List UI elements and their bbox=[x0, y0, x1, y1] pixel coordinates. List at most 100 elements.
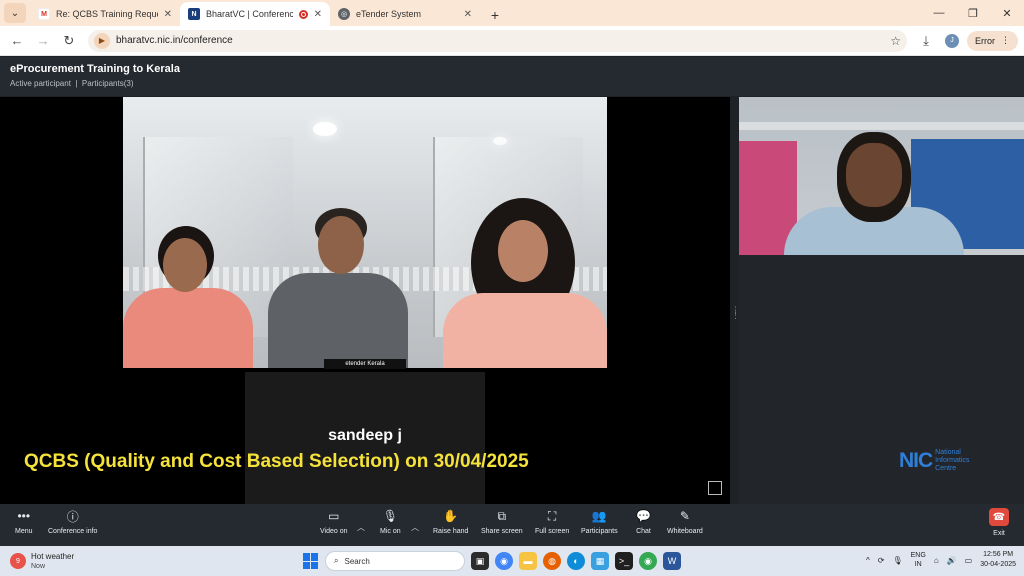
nic-logo: NIC National Informatics Centre bbox=[899, 449, 969, 473]
minimize-icon[interactable]: — bbox=[922, 0, 956, 26]
firefox-icon[interactable]: ◍ bbox=[543, 552, 561, 570]
full-screen-button[interactable]: ⛶ Full screen bbox=[535, 508, 569, 536]
download-icon[interactable]: ⤓ bbox=[915, 30, 937, 52]
error-button[interactable]: Error ⋮ bbox=[967, 30, 1018, 51]
tab-title: eTender System bbox=[356, 9, 422, 19]
word-icon[interactable]: W bbox=[663, 552, 681, 570]
chat-bubble-icon: 💬 bbox=[636, 509, 651, 523]
window-controls: — ❐ ✕ bbox=[922, 0, 1024, 26]
store-icon[interactable]: ▦ bbox=[591, 552, 609, 570]
chevron-up-icon[interactable]: ︿ bbox=[411, 522, 419, 533]
file-explorer-icon[interactable]: ▬ bbox=[519, 552, 537, 570]
side-panel: NIC National Informatics Centre bbox=[739, 97, 1024, 504]
tab-title: Re: QCBS Training Request - jo bbox=[56, 9, 158, 19]
close-icon[interactable]: ✕ bbox=[314, 9, 322, 20]
whiteboard-button[interactable]: ✎ Whiteboard bbox=[667, 508, 703, 535]
profile-button[interactable]: J bbox=[941, 30, 963, 52]
separator: | bbox=[73, 79, 80, 88]
forward-arrow-icon[interactable]: → bbox=[32, 30, 54, 52]
mic-tray-icon[interactable]: 🎙 bbox=[892, 556, 902, 565]
battery-icon[interactable]: ▭ bbox=[965, 556, 973, 565]
nic-icon: N bbox=[188, 8, 200, 20]
edge-icon[interactable]: ◐ bbox=[567, 552, 585, 570]
avatar: J bbox=[945, 33, 959, 48]
share-screen-icon: ⧉ bbox=[497, 508, 507, 523]
panel-resize-handle[interactable]: ⋮ ⋮ bbox=[731, 306, 740, 328]
terminal-icon[interactable]: >_ bbox=[615, 552, 633, 570]
conference-title: eProcurement Training to Kerala bbox=[10, 63, 180, 75]
language-indicator[interactable]: ENG IN bbox=[911, 551, 926, 569]
conference-toolbar: ••• Menu ⓘ Conference info ▭ Video on ︿ … bbox=[0, 504, 1024, 546]
volume-icon[interactable]: 🔊 bbox=[947, 556, 957, 565]
participant-figure bbox=[263, 208, 413, 368]
chrome-icon[interactable]: ◉ bbox=[495, 552, 513, 570]
sync-icon[interactable]: ⟳ bbox=[878, 556, 885, 565]
participants-count-link[interactable]: Participants(3) bbox=[82, 79, 134, 88]
main-stage: etender Kerala sandeep j QCBS (Quality a… bbox=[0, 97, 730, 504]
task-view-icon[interactable]: ▣ bbox=[471, 552, 489, 570]
chevron-up-icon[interactable]: ^ bbox=[866, 556, 870, 565]
tab-title: BharatVC | Conference bbox=[206, 9, 293, 19]
url-text: bharatvc.nic.in/conference bbox=[116, 35, 233, 46]
video-camera-icon: ▭ bbox=[328, 509, 340, 523]
taskbar-apps: ⌕ Search ▣ ◉ ▬ ◍ ◐ ▦ >_ ◉ W bbox=[303, 549, 681, 573]
mic-toggle-button[interactable]: 🎙 Mic on bbox=[380, 508, 401, 535]
self-video-feed[interactable] bbox=[739, 97, 1024, 255]
tab-gmail[interactable]: M Re: QCBS Training Request - jo ✕ bbox=[30, 2, 180, 26]
tab-bharatvc[interactable]: N BharatVC | Conference ✕ bbox=[180, 2, 330, 26]
tab-search-button[interactable]: ⌄ bbox=[4, 3, 26, 23]
participant-figure bbox=[443, 198, 607, 368]
chat-button[interactable]: 💬 Chat bbox=[636, 508, 651, 535]
raise-hand-button[interactable]: ✋ Raise hand bbox=[433, 508, 468, 535]
error-label: Error bbox=[975, 35, 995, 46]
window-frame bbox=[739, 122, 1024, 130]
more-dots-icon: ••• bbox=[17, 509, 31, 523]
participants-button[interactable]: 👥 Participants bbox=[581, 508, 618, 535]
video-name-tag: etender Kerala bbox=[324, 359, 406, 369]
participant-figure bbox=[123, 226, 263, 368]
bookmark-star-icon[interactable]: ☆ bbox=[890, 34, 901, 48]
exit-button[interactable]: ☎ Exit bbox=[989, 508, 1009, 537]
people-icon: 👥 bbox=[591, 509, 607, 523]
conference-header: eProcurement Training to Kerala Active p… bbox=[0, 57, 1024, 96]
system-tray: ^ ⟳ 🎙 ENG IN ⌂ 🔊 ▭ 12:56 PM 30-04-2025 bbox=[866, 550, 1016, 570]
os-taskbar: 9 Hot weather Now ⌕ Search ▣ ◉ ▬ ◍ ◐ ▦ >… bbox=[0, 546, 1024, 576]
caption-overlay: QCBS (Quality and Cost Based Selection) … bbox=[24, 451, 529, 472]
speaker-name: sandeep j bbox=[328, 427, 402, 444]
url-input[interactable]: ▶ bharatvc.nic.in/conference ☆ bbox=[88, 29, 907, 52]
tab-etender[interactable]: ◎ eTender System ✕ bbox=[330, 2, 480, 26]
close-icon[interactable]: ✕ bbox=[164, 9, 172, 20]
fullscreen-icon: ⛶ bbox=[547, 508, 557, 523]
reload-icon[interactable]: ↻ bbox=[58, 30, 80, 52]
video-toggle-button[interactable]: ▭ Video on bbox=[320, 508, 348, 535]
whiteboard-icon: ✎ bbox=[679, 509, 690, 523]
main-video-feed[interactable] bbox=[123, 97, 607, 368]
weather-widget[interactable]: 9 Hot weather Now bbox=[10, 552, 74, 570]
chrome-profile-icon[interactable]: ◉ bbox=[639, 552, 657, 570]
restore-icon[interactable]: ❐ bbox=[956, 0, 990, 26]
nic-logo-mark: NIC bbox=[899, 449, 933, 472]
back-arrow-icon[interactable]: ← bbox=[6, 30, 28, 52]
conference-info-button[interactable]: ⓘ Conference info bbox=[48, 508, 97, 536]
kebab-menu-icon: ⋮ bbox=[1001, 35, 1010, 45]
conference-status-line: Active participant | Participants(3) bbox=[10, 79, 1014, 88]
nic-logo-text: National Informatics Centre bbox=[935, 449, 970, 472]
microphone-icon: 🎙 bbox=[382, 509, 398, 523]
participant-figure bbox=[846, 143, 902, 207]
chevron-up-icon[interactable]: ︿ bbox=[357, 522, 365, 533]
camera-site-icon[interactable]: ▶ bbox=[94, 32, 110, 49]
close-icon[interactable]: ✕ bbox=[464, 9, 472, 20]
windows-start-icon[interactable] bbox=[303, 553, 319, 569]
menu-button[interactable]: ••• Menu bbox=[15, 508, 33, 535]
network-icon[interactable]: ⌂ bbox=[934, 556, 939, 565]
expand-icon[interactable] bbox=[708, 481, 722, 495]
taskbar-search-input[interactable]: ⌕ Search bbox=[325, 551, 465, 571]
new-tab-button[interactable]: + bbox=[484, 4, 506, 26]
clock[interactable]: 12:56 PM 30-04-2025 bbox=[980, 550, 1016, 570]
close-window-icon[interactable]: ✕ bbox=[990, 0, 1024, 26]
gmail-icon: M bbox=[38, 8, 50, 20]
globe-icon: ◎ bbox=[338, 8, 350, 20]
weather-alert-icon: 9 bbox=[10, 553, 26, 569]
share-screen-button[interactable]: ⧉ Share screen bbox=[481, 508, 523, 536]
search-icon: ⌕ bbox=[334, 556, 339, 565]
